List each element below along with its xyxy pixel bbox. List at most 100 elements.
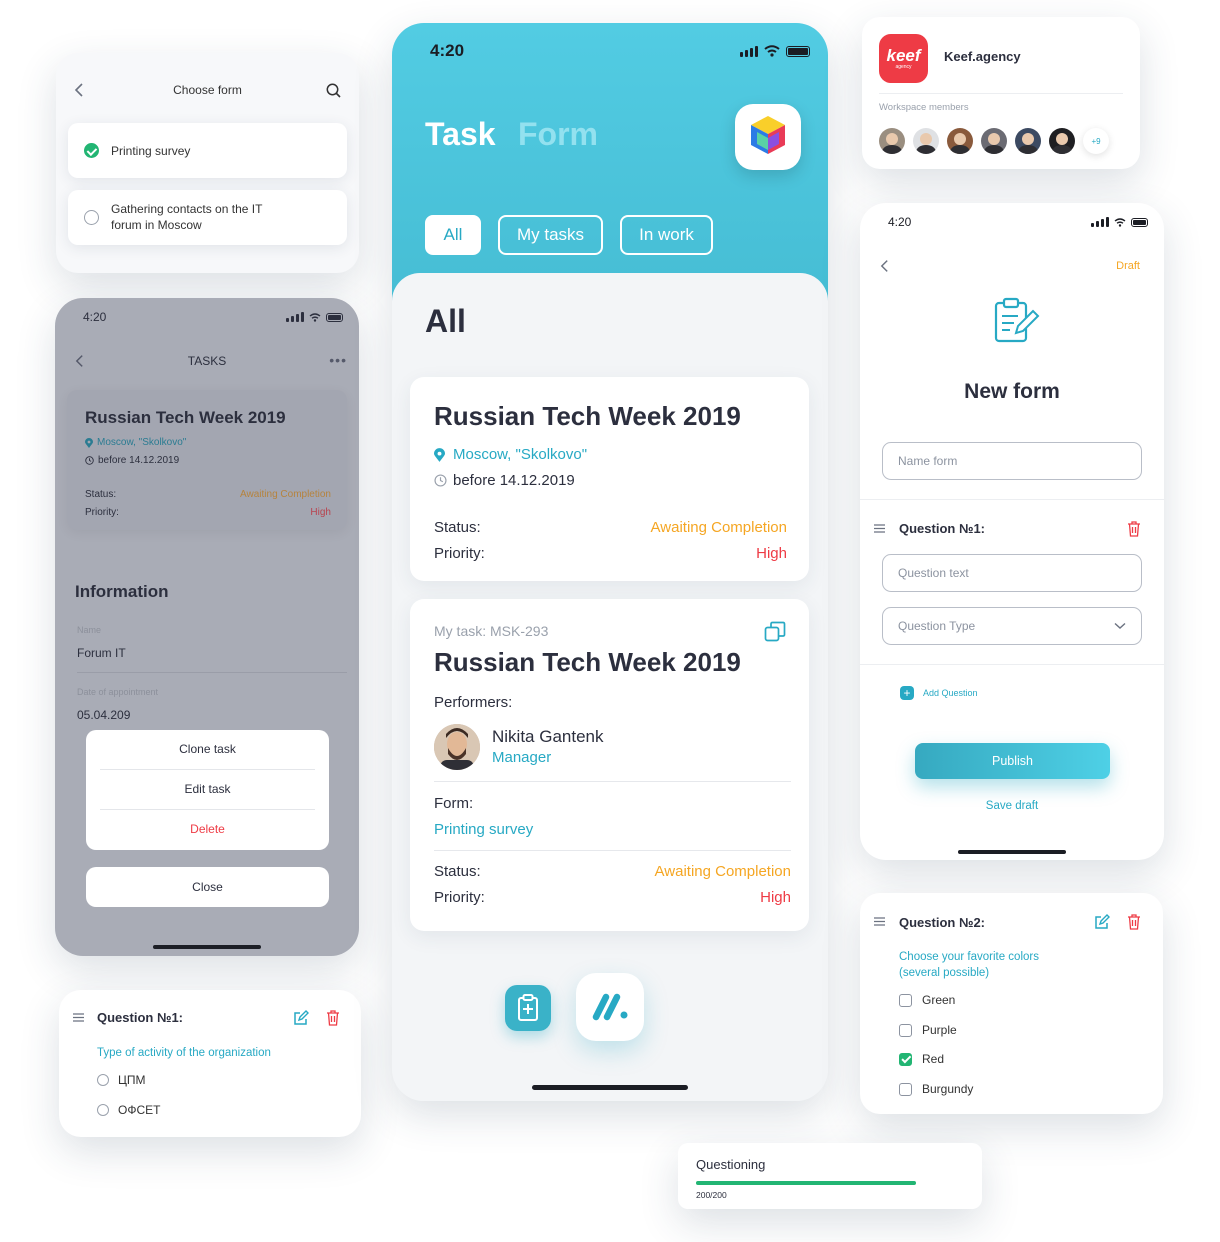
- draft-label[interactable]: Draft: [1116, 260, 1140, 272]
- divider: [100, 769, 315, 770]
- trash-icon[interactable]: [1127, 521, 1141, 537]
- more-icon[interactable]: •••: [329, 352, 347, 368]
- priority-value: High: [756, 545, 787, 562]
- search-icon[interactable]: [326, 83, 341, 98]
- task-card[interactable]: Russian Tech Week 2019 Moscow, "Skolkovo…: [67, 390, 347, 530]
- signal-icon: [740, 45, 758, 57]
- battery-icon: [786, 45, 810, 57]
- option-label: ЦПМ: [118, 1073, 146, 1087]
- status-bar: 4:20: [430, 41, 810, 61]
- tab-all[interactable]: All: [425, 215, 481, 255]
- home-indicator: [153, 945, 261, 949]
- question-text: Choose your favorite colors (several pos…: [899, 951, 1039, 979]
- question-title: Question №1:: [97, 1010, 183, 1025]
- wifi-icon: [309, 312, 321, 322]
- member-avatar[interactable]: [913, 128, 939, 154]
- field-date-value: 05.04.209: [77, 708, 131, 722]
- trash-icon[interactable]: [326, 1010, 340, 1026]
- task-detail-card[interactable]: My task: MSK-293 Russian Tech Week 2019 …: [410, 599, 809, 931]
- edit-icon[interactable]: [1094, 914, 1110, 930]
- page-title: New form: [964, 380, 1060, 403]
- form-option-gathering-contacts[interactable]: Gathering contacts on the IT forum in Mo…: [68, 190, 347, 245]
- wifi-icon: [1114, 217, 1126, 227]
- drag-handle-icon[interactable]: [73, 1013, 84, 1022]
- tasks-screen: 4:20 TASKS ••• Russian Tech Week 2019 Mo…: [55, 298, 359, 956]
- home-indicator: [958, 850, 1066, 854]
- question-text-input[interactable]: Question text: [882, 554, 1142, 592]
- members-avatars: +9: [879, 128, 1109, 154]
- location-pin-icon: [434, 447, 445, 462]
- agency-card: keef agency Keef.agency Workspace member…: [862, 17, 1140, 169]
- checkbox-row[interactable]: Green: [899, 993, 955, 1007]
- add-question-button[interactable]: + Add Question: [900, 686, 978, 700]
- checkbox-row[interactable]: Burgundy: [899, 1082, 973, 1096]
- task-title: Russian Tech Week 2019: [434, 647, 741, 677]
- edit-task-button[interactable]: Edit task: [86, 782, 329, 796]
- tab-in-work[interactable]: In work: [620, 215, 713, 255]
- member-avatar[interactable]: [981, 128, 1007, 154]
- task-location: Moscow, "Skolkovo": [434, 446, 587, 463]
- form-link[interactable]: Printing survey: [434, 821, 533, 838]
- radio-icon: [97, 1074, 109, 1086]
- members-label: Workspace members: [879, 102, 969, 113]
- back-chevron-icon[interactable]: [880, 259, 889, 273]
- tasks-header: TASKS: [187, 354, 227, 368]
- trash-icon[interactable]: [1127, 914, 1141, 930]
- drag-handle-icon[interactable]: [874, 524, 885, 533]
- close-button[interactable]: Close: [86, 867, 329, 907]
- performer-role: Manager: [492, 749, 552, 766]
- option-row[interactable]: ЦПМ: [97, 1073, 146, 1087]
- status-label: Status:: [434, 863, 481, 880]
- task-title: Russian Tech Week 2019: [434, 401, 741, 431]
- member-avatar[interactable]: [879, 128, 905, 154]
- app-title-task[interactable]: Task: [425, 116, 496, 153]
- clock: 4:20: [430, 41, 465, 60]
- brand-home-button[interactable]: [576, 973, 644, 1041]
- option-row[interactable]: ОФСЕТ: [97, 1103, 160, 1117]
- selected-radio-icon: [84, 143, 99, 158]
- clone-task-button[interactable]: Clone task: [86, 742, 329, 756]
- checkbox-row[interactable]: Purple: [899, 1023, 957, 1037]
- member-avatar[interactable]: [1015, 128, 1041, 154]
- form-option-printing-survey[interactable]: Printing survey: [68, 123, 347, 178]
- drag-handle-icon[interactable]: [874, 917, 885, 926]
- location-pin-icon: [85, 437, 93, 448]
- section-title: All: [425, 303, 466, 339]
- questioning-title: Questioning: [696, 1157, 766, 1172]
- app-title-form[interactable]: Form: [518, 116, 598, 153]
- checkbox-row[interactable]: Red: [899, 1052, 944, 1066]
- divider: [100, 809, 315, 810]
- questioning-card: Questioning 200/200: [678, 1143, 982, 1209]
- member-avatar[interactable]: [1049, 128, 1075, 154]
- question-type-select[interactable]: Question Type: [882, 607, 1142, 645]
- performer-avatar: [434, 724, 480, 770]
- clipboard-add-button[interactable]: [505, 985, 551, 1031]
- save-draft-button[interactable]: Save draft: [860, 800, 1164, 812]
- edit-icon[interactable]: [293, 1010, 309, 1026]
- more-members-badge[interactable]: +9: [1083, 128, 1109, 154]
- copy-icon[interactable]: [764, 621, 786, 643]
- status-value: Awaiting Completion: [240, 489, 331, 500]
- radio-icon: [97, 1104, 109, 1116]
- progress-fill: [696, 1181, 916, 1185]
- brand-slash-icon: [592, 993, 628, 1021]
- action-sheet: Clone task Edit task Delete: [86, 730, 329, 850]
- field-name-value: Forum IT: [77, 646, 126, 660]
- clock: 4:20: [83, 310, 107, 324]
- signal-icon: [1091, 217, 1109, 227]
- member-avatar[interactable]: [947, 128, 973, 154]
- question-title: Question №1:: [899, 521, 985, 536]
- publish-button[interactable]: Publish: [915, 743, 1110, 779]
- home-indicator: [532, 1085, 688, 1090]
- name-form-input[interactable]: Name form: [882, 442, 1142, 480]
- task-card[interactable]: Russian Tech Week 2019 Moscow, "Skolkovo…: [410, 377, 809, 581]
- delete-button[interactable]: Delete: [86, 822, 329, 836]
- agency-logo: keef agency: [879, 34, 928, 83]
- choose-form-card: Choose form Printing survey Gathering co…: [56, 53, 359, 273]
- divider: [879, 93, 1123, 94]
- tab-my-tasks[interactable]: My tasks: [498, 215, 603, 255]
- new-form-screen: 4:20 Draft New form Name form Question №…: [860, 203, 1164, 860]
- plus-icon: +: [900, 686, 914, 700]
- task-location: Moscow, "Skolkovo": [85, 437, 186, 448]
- divider: [77, 672, 347, 673]
